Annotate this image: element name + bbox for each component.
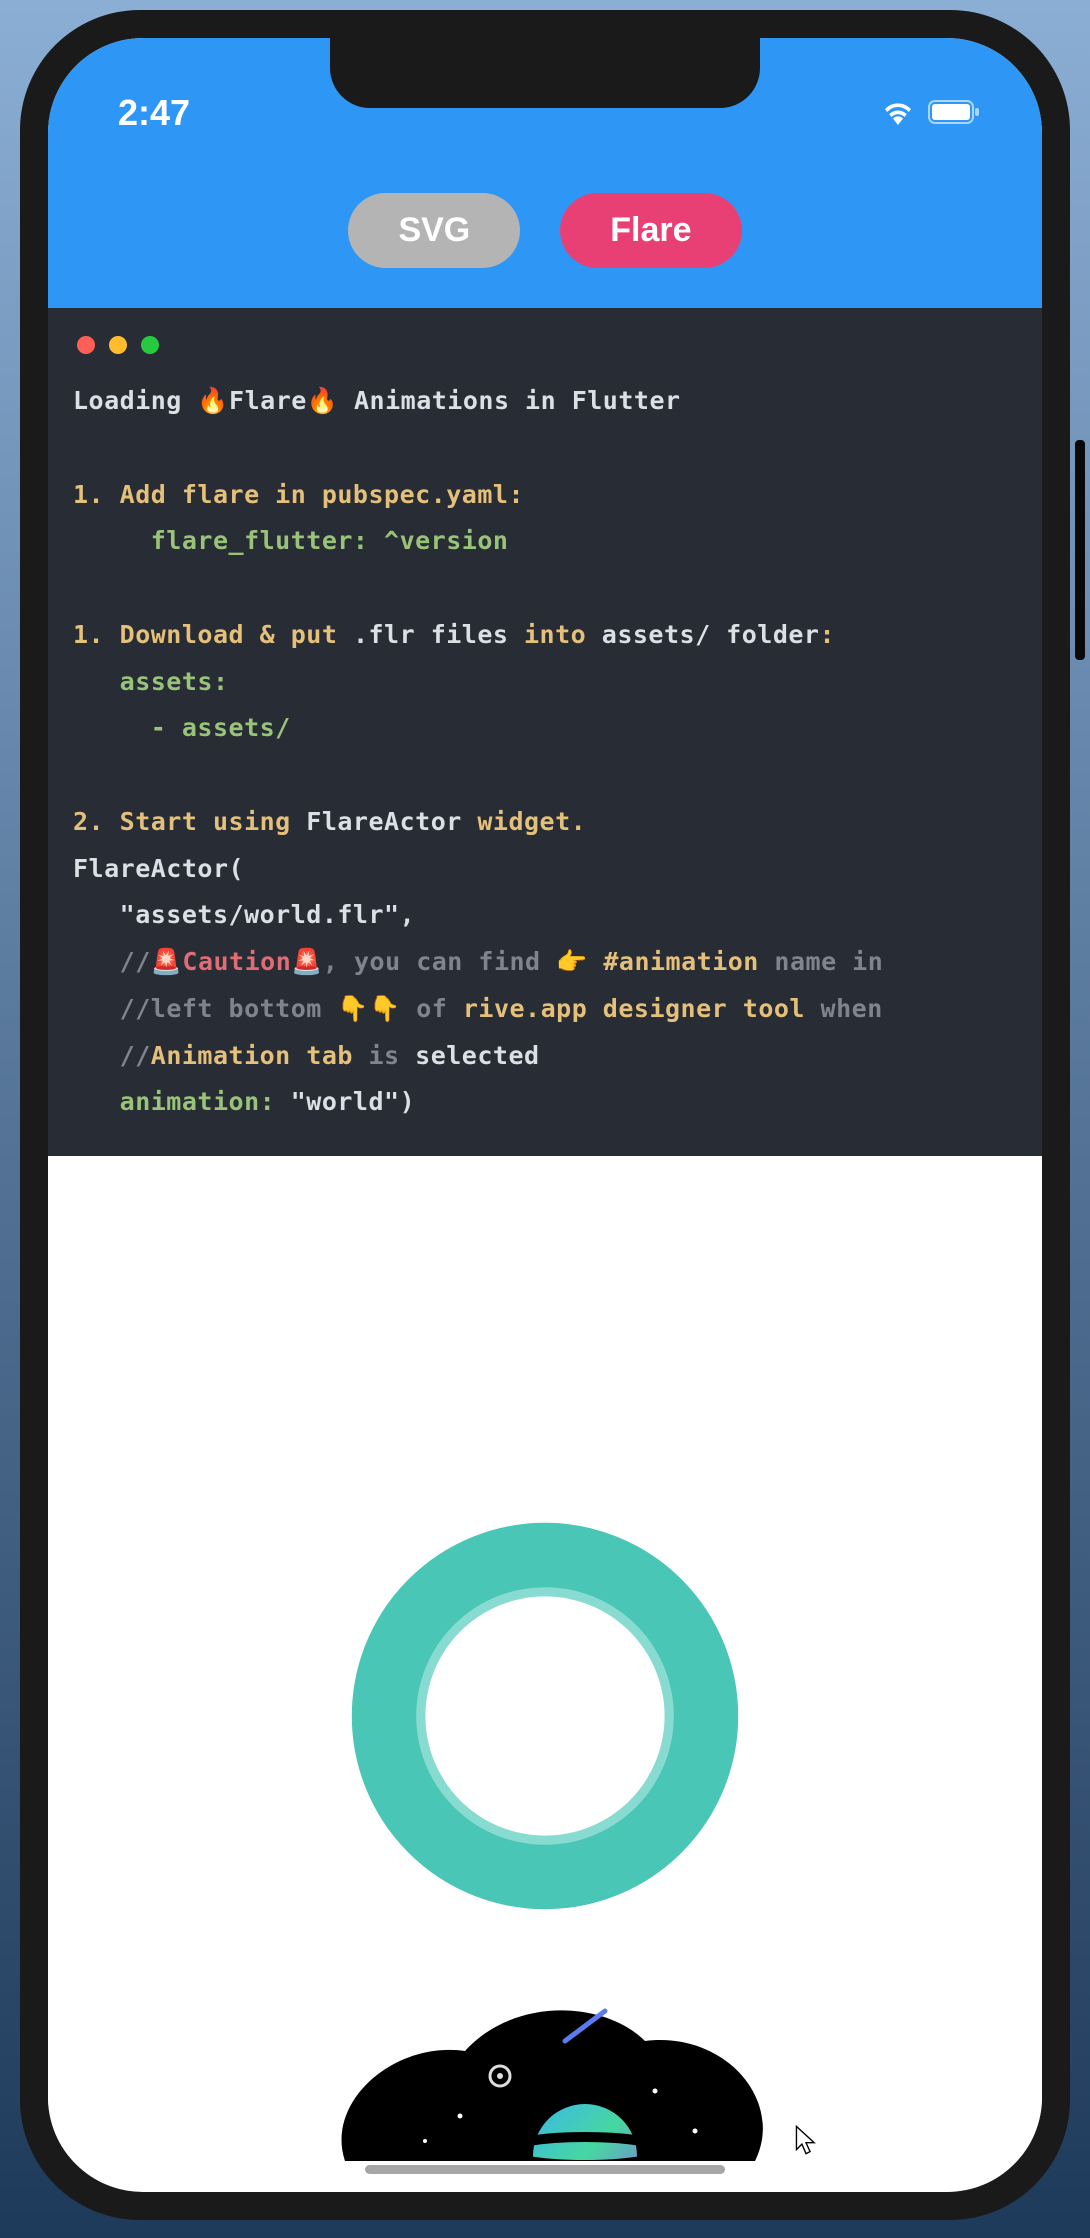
text: widget. bbox=[462, 807, 586, 836]
phone-notch bbox=[330, 38, 760, 108]
code-anim-arg: animation: "world") bbox=[73, 1079, 1017, 1126]
animation-preview bbox=[48, 1156, 1042, 2156]
text: // bbox=[73, 994, 151, 1023]
text: // bbox=[73, 947, 151, 976]
code-step1b: 1. Download & put .flr files into assets… bbox=[73, 612, 1017, 659]
text: FlareActor bbox=[306, 807, 462, 836]
text: : bbox=[819, 620, 835, 649]
text: "world") bbox=[275, 1087, 415, 1116]
window-minimize-dot bbox=[109, 336, 127, 354]
ring-animation-icon bbox=[315, 1486, 775, 1951]
status-icons bbox=[880, 99, 982, 130]
text: assets/ folder bbox=[602, 620, 820, 649]
window-close-dot bbox=[77, 336, 95, 354]
text: 🚨Caution🚨 bbox=[151, 947, 323, 976]
text: is bbox=[353, 1041, 415, 1070]
text: Animation tab bbox=[151, 1041, 353, 1070]
code-yaml-path: - assets/ bbox=[73, 705, 1017, 752]
code-comment-2: //left bottom 👇👇 of rive.app designer to… bbox=[73, 986, 1017, 1033]
code-step1-dep: flare_flutter: ^version bbox=[73, 518, 1017, 565]
text: when bbox=[805, 994, 883, 1023]
code-yaml-assets: assets: bbox=[73, 659, 1017, 706]
code-title: Loading 🔥Flare🔥 Animations in Flutter bbox=[73, 378, 1017, 425]
text: Animations in Flutter bbox=[338, 386, 680, 415]
code-step2: 2. Start using FlareActor widget. bbox=[73, 799, 1017, 846]
battery-icon bbox=[928, 99, 982, 130]
status-time: 2:47 bbox=[118, 92, 190, 134]
text: 1. bbox=[73, 620, 120, 649]
window-zoom-dot bbox=[141, 336, 159, 354]
phone-frame: 2:47 SVG Flare Loading 🔥Flare🔥 Ani bbox=[20, 10, 1070, 2220]
blank-line bbox=[73, 425, 1017, 472]
text: animation: bbox=[73, 1087, 275, 1116]
space-animation-icon bbox=[285, 1891, 805, 2166]
text: into bbox=[508, 620, 601, 649]
text: #animation bbox=[603, 947, 759, 976]
code-flareactor-path: "assets/world.flr", bbox=[73, 892, 1017, 939]
text: , you can find 👉 bbox=[323, 947, 603, 976]
tab-header: SVG Flare bbox=[48, 168, 1042, 308]
cursor-icon bbox=[795, 2125, 817, 2167]
text: Loading bbox=[73, 386, 197, 415]
code-flareactor-open: FlareActor( bbox=[73, 846, 1017, 893]
window-controls bbox=[73, 328, 1017, 378]
tab-svg[interactable]: SVG bbox=[348, 193, 520, 268]
text: 1. bbox=[73, 480, 120, 509]
text: name in bbox=[759, 947, 883, 976]
text: left bottom 👇👇 of bbox=[151, 994, 463, 1023]
code-comment-1: //🚨Caution🚨, you can find 👉 #animation n… bbox=[73, 939, 1017, 986]
blank-line bbox=[73, 752, 1017, 799]
home-indicator[interactable] bbox=[365, 2165, 725, 2174]
text: 2. bbox=[73, 807, 120, 836]
phone-screen: 2:47 SVG Flare Loading 🔥Flare🔥 Ani bbox=[48, 38, 1042, 2192]
code-step1: 1. Add flare in pubspec.yaml: bbox=[73, 472, 1017, 519]
blank-line bbox=[73, 565, 1017, 612]
tab-flare[interactable]: Flare bbox=[560, 193, 741, 268]
code-panel: Loading 🔥Flare🔥 Animations in Flutter 1.… bbox=[48, 308, 1042, 1156]
text: Download & put bbox=[120, 620, 353, 649]
text: rive.app designer tool bbox=[463, 994, 805, 1023]
code-comment-3: //Animation tab is selected bbox=[73, 1033, 1017, 1080]
phone-side-button bbox=[1075, 440, 1085, 660]
text: selected bbox=[415, 1041, 539, 1070]
text: // bbox=[73, 1041, 151, 1070]
text: 🔥Flare🔥 bbox=[197, 386, 338, 415]
text: Start using bbox=[120, 807, 307, 836]
text: .flr files bbox=[353, 620, 509, 649]
text: Add flare in pubspec.yaml: bbox=[120, 480, 524, 509]
wifi-icon bbox=[880, 99, 916, 130]
